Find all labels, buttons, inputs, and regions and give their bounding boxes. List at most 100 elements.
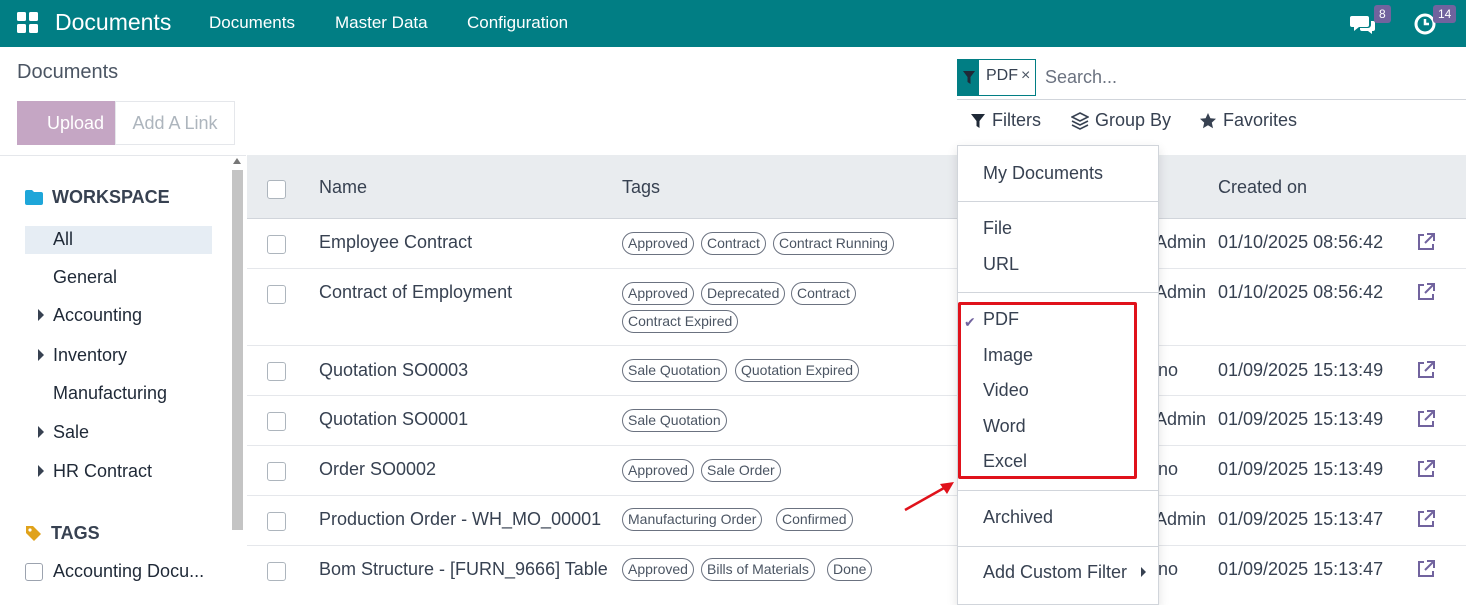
row-checkbox[interactable] [267, 562, 286, 581]
activities-badge: 14 [1433, 5, 1457, 23]
tag-badge: Approved [622, 558, 694, 581]
caret-right-icon[interactable] [38, 426, 44, 438]
sidebar-item-hr-contract[interactable]: HR Contract [53, 461, 152, 482]
select-all-checkbox[interactable] [267, 180, 286, 199]
external-link-icon[interactable] [1416, 509, 1436, 529]
filters-toggle[interactable]: Filters [970, 110, 1041, 131]
external-link-icon[interactable] [1416, 282, 1436, 302]
tag-badge: Contract [791, 282, 856, 305]
star-icon [1200, 112, 1216, 128]
tag-badge: Approved [622, 459, 694, 482]
row-name[interactable]: Bom Structure - [FURN_9666] Table [319, 559, 608, 580]
dropdown-divider [958, 292, 1158, 293]
row-created-on: 01/09/2025 15:13:49 [1218, 360, 1384, 380]
breadcrumb: Documents [17, 61, 119, 83]
menu-master-data[interactable]: Master Data [335, 13, 428, 33]
filter-archived[interactable]: Archived [983, 507, 1053, 528]
dropdown-divider [958, 490, 1158, 491]
workspace-heading: WORKSPACE [25, 187, 170, 208]
row-created-on: 01/09/2025 15:13:49 [1218, 409, 1384, 429]
favorites-toggle[interactable]: Favorites [1199, 110, 1297, 131]
row-created-on: 01/10/2025 08:56:42 [1218, 232, 1384, 252]
row-divider [247, 268, 1466, 269]
row-divider [247, 445, 1466, 446]
search-bar: PDF × [957, 58, 1466, 100]
tag-badge: Sale Quotation [622, 359, 727, 382]
external-link-icon[interactable] [1416, 459, 1436, 479]
search-facet: PDF × [957, 59, 1037, 96]
row-created-on: 01/09/2025 15:13:47 [1218, 509, 1384, 529]
filter-file[interactable]: File [983, 218, 1012, 239]
filters-label: Filters [992, 110, 1041, 130]
tag-badge: Contract Running [773, 232, 894, 255]
row-checkbox[interactable] [267, 412, 286, 431]
header-created-on[interactable]: Created on [1218, 177, 1307, 198]
caret-right-icon[interactable] [38, 349, 44, 361]
row-name[interactable]: Production Order - WH_MO_00001 [319, 509, 601, 530]
add-custom-filter[interactable]: Add Custom Filter [983, 562, 1127, 583]
external-link-icon[interactable] [1416, 360, 1436, 380]
app-title[interactable]: Documents [55, 9, 171, 36]
caret-right-icon[interactable] [38, 465, 44, 477]
apps-grid-icon[interactable] [17, 12, 39, 34]
tag-badge: Approved [622, 282, 694, 305]
scroll-up-icon[interactable] [233, 158, 241, 164]
tag-badge: Contract [701, 232, 766, 255]
row-name[interactable]: Contract of Employment [319, 282, 512, 303]
filter-my-documents[interactable]: My Documents [983, 163, 1103, 184]
row-created-on: 01/09/2025 15:13:47 [1218, 559, 1384, 579]
sidebar-item-all[interactable]: All [53, 229, 73, 250]
sidebar-item-manufacturing[interactable]: Manufacturing [53, 383, 167, 404]
row-name[interactable]: Order SO0002 [319, 459, 436, 480]
row-checkbox[interactable] [267, 462, 286, 481]
external-link-icon[interactable] [1416, 232, 1436, 252]
add-link-button[interactable]: Add A Link [115, 101, 235, 145]
tag-badge: Confirmed [776, 508, 853, 531]
external-link-icon[interactable] [1416, 559, 1436, 579]
messages-icon[interactable] [1349, 10, 1377, 38]
filter-url[interactable]: URL [983, 254, 1019, 275]
group-by-toggle[interactable]: Group By [1071, 110, 1171, 131]
row-divider [247, 395, 1466, 396]
sidebar-item-general[interactable]: General [53, 267, 117, 288]
row-divider [247, 345, 1466, 346]
search-input[interactable] [1045, 62, 1445, 92]
row-name[interactable]: Employee Contract [319, 232, 472, 253]
sidebar-item-inventory[interactable]: Inventory [53, 345, 127, 366]
row-owner: no [1158, 459, 1179, 479]
row-created-on: 01/09/2025 15:13:49 [1218, 459, 1384, 479]
top-navbar: Documents Documents Master Data Configur… [0, 0, 1466, 47]
facet-value: PDF [986, 67, 1018, 84]
row-checkbox[interactable] [267, 362, 286, 381]
tags-heading-label: TAGS [51, 523, 100, 543]
header-name[interactable]: Name [319, 177, 367, 198]
sidebar-scrollbar[interactable] [232, 170, 243, 530]
sidebar-item-sale[interactable]: Sale [53, 422, 89, 443]
menu-documents[interactable]: Documents [209, 13, 295, 33]
header-tags[interactable]: Tags [622, 177, 660, 198]
facet-remove-icon[interactable]: × [1021, 60, 1030, 92]
row-name[interactable]: Quotation SO0001 [319, 409, 468, 430]
tag-checkbox[interactable] [25, 563, 43, 581]
external-link-icon[interactable] [1416, 409, 1436, 429]
tag-badge: Deprecated [701, 282, 786, 305]
caret-right-icon[interactable] [38, 309, 44, 321]
row-name[interactable]: Quotation SO0003 [319, 360, 468, 381]
row-divider [247, 545, 1466, 546]
tag-badge: Quotation Expired [735, 359, 860, 382]
tag-badge: Approved [622, 232, 694, 255]
filter-facet-icon [958, 60, 979, 95]
tag-icon [26, 526, 41, 541]
row-owner: Admin [1155, 409, 1207, 429]
folder-icon [25, 189, 43, 205]
tag-badge: Sale Order [701, 459, 781, 482]
menu-configuration[interactable]: Configuration [467, 13, 568, 33]
dropdown-divider [958, 546, 1158, 547]
row-checkbox[interactable] [267, 235, 286, 254]
sidebar-tag-accounting-documents[interactable]: Accounting Docu... [53, 561, 204, 582]
dropdown-divider [958, 201, 1158, 202]
row-owner: Admin [1155, 509, 1207, 529]
sidebar-item-accounting[interactable]: Accounting [53, 305, 142, 326]
row-checkbox[interactable] [267, 512, 286, 531]
row-checkbox[interactable] [267, 285, 286, 304]
